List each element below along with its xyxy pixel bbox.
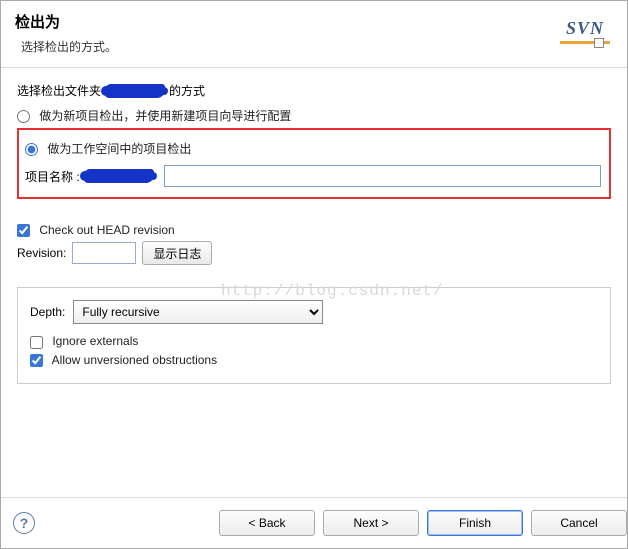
svn-logo-text: SVN	[566, 18, 604, 39]
dialog-subtitle: 选择检出的方式。	[21, 38, 117, 55]
folder-suffix: 的方式	[169, 82, 205, 99]
checkout-head-label[interactable]: Check out HEAD revision	[17, 223, 175, 237]
radio-workspace-row: 做为工作空间中的项目检出	[25, 140, 601, 157]
dialog-content: 选择检出文件夹 的方式 做为新项目检出，并使用新建项目向导进行配置 做为工作空间…	[1, 68, 627, 497]
project-name-label: 项目名称 :	[25, 168, 80, 185]
dialog-header: 检出为 选择检出的方式。 SVN	[1, 1, 627, 68]
ignore-externals-text: Ignore externals	[52, 334, 138, 348]
dialog-footer: ? < Back Next > Finish Cancel	[1, 497, 627, 548]
checkout-dialog: 检出为 选择检出的方式。 SVN 选择检出文件夹 的方式 做为新项目检出，并使用…	[0, 0, 628, 549]
checkout-head-text: Check out HEAD revision	[39, 223, 174, 237]
depth-select[interactable]: Fully recursive	[73, 300, 323, 324]
header-text: 检出为 选择检出的方式。	[15, 11, 117, 55]
radio-new-project-row: 做为新项目检出，并使用新建项目向导进行配置	[17, 107, 611, 124]
next-button[interactable]: Next >	[323, 510, 419, 536]
help-icon[interactable]: ?	[13, 512, 35, 534]
allow-unversioned-row: Allow unversioned obstructions	[30, 353, 598, 367]
svn-logo-underline	[560, 41, 610, 44]
back-button[interactable]: < Back	[219, 510, 315, 536]
checkout-head-checkbox[interactable]	[17, 224, 30, 237]
depth-label: Depth:	[30, 305, 65, 319]
redacted-project-name	[84, 169, 154, 183]
highlight-box: 做为工作空间中的项目检出 项目名称 :	[17, 128, 611, 199]
allow-unversioned-checkbox[interactable]	[30, 354, 43, 367]
allow-unversioned-label[interactable]: Allow unversioned obstructions	[30, 353, 217, 367]
radio-workspace-text: 做为工作空间中的项目检出	[47, 142, 191, 156]
revision-row: Revision: 显示日志	[17, 241, 611, 265]
show-log-button[interactable]: 显示日志	[142, 241, 212, 265]
finish-button[interactable]: Finish	[427, 510, 523, 536]
revision-label: Revision:	[17, 246, 66, 260]
radio-workspace[interactable]	[25, 143, 38, 156]
checkout-head-row: Check out HEAD revision	[17, 223, 611, 237]
svn-logo-icon: SVN	[557, 11, 613, 51]
folder-method-line: 选择检出文件夹 的方式	[17, 82, 611, 99]
radio-new-project-text: 做为新项目检出，并使用新建项目向导进行配置	[39, 109, 291, 123]
cancel-button[interactable]: Cancel	[531, 510, 627, 536]
radio-new-project[interactable]	[17, 110, 30, 123]
dialog-title: 检出为	[15, 11, 117, 32]
ignore-externals-checkbox[interactable]	[30, 336, 43, 349]
options-group: Depth: Fully recursive Ignore externals …	[17, 287, 611, 384]
project-name-input[interactable]	[164, 165, 601, 187]
ignore-externals-label[interactable]: Ignore externals	[30, 334, 138, 348]
ignore-externals-row: Ignore externals	[30, 334, 598, 348]
folder-prefix: 选择检出文件夹	[17, 82, 101, 99]
allow-unversioned-text: Allow unversioned obstructions	[52, 353, 217, 367]
project-name-row: 项目名称 :	[25, 165, 601, 187]
redacted-folder-name	[105, 84, 165, 98]
radio-workspace-label[interactable]: 做为工作空间中的项目检出	[25, 142, 191, 156]
depth-row: Depth: Fully recursive	[30, 300, 598, 324]
revision-input[interactable]	[72, 242, 136, 264]
radio-new-project-label[interactable]: 做为新项目检出，并使用新建项目向导进行配置	[17, 109, 291, 123]
